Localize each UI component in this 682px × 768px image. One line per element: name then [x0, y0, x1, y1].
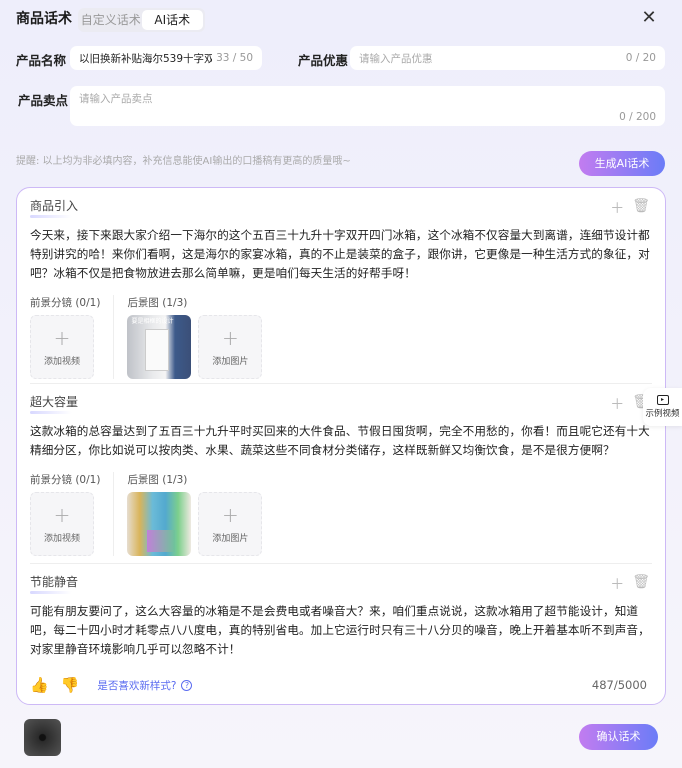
tab-ai[interactable]: AI话术 [141, 10, 203, 30]
product-discount-placeholder: 请输入产品优惠 [359, 52, 433, 65]
product-name-input[interactable]: 以旧换新补贴海尔539十字双开I 33 / 50 [70, 46, 262, 70]
hint-text: 提醒: 以上均为非必填内容，补充信息能使AI输出的口播稿有更高的质量哦~ [16, 156, 351, 167]
script-section: 节能静音 ＋ 🗑 可能有朋友要问了，这么大容量的冰箱是不是会费电或者噪音大？来，咱… [30, 564, 652, 659]
confirm-button[interactable]: 确认话术 [579, 724, 658, 750]
product-name-label: 产品名称 [16, 53, 67, 68]
add-image-button[interactable]: + 添加图片 [198, 492, 263, 556]
help-icon[interactable]: ? [181, 679, 193, 691]
product-discount-input[interactable]: 请输入产品优惠 0 / 20 [350, 46, 665, 70]
add-icon[interactable]: ＋ [610, 394, 624, 414]
product-discount-count: 0 / 20 [625, 52, 656, 64]
selling-points-placeholder: 请输入产品卖点 [79, 93, 153, 105]
script-section: 商品引入 ＋ 🗑 今天来，接下来跟大家介绍一下海尔的这个五百三十九升十字双开四门冰… [30, 188, 652, 384]
background-label: 后景图 (1/3) [127, 474, 188, 486]
generate-ai-button[interactable]: 生成AI话术 [579, 151, 665, 176]
image-caption: 要是相框的设计 [131, 318, 174, 325]
add-icon[interactable]: ＋ [610, 574, 624, 594]
product-name-value: 以旧换新补贴海尔539十字双开I [79, 52, 213, 65]
page-title: 商品话术 [16, 11, 72, 27]
background-label: 后景图 (1/3) [127, 297, 188, 309]
divider [113, 472, 115, 556]
feedback-question[interactable]: 是否喜欢新样式? [97, 678, 176, 693]
add-icon[interactable]: ＋ [610, 198, 624, 218]
trash-icon[interactable]: 🗑 [632, 574, 650, 594]
product-discount-label: 产品优惠 [298, 53, 349, 68]
thumbs-down-icon[interactable]: 👎 [61, 676, 80, 694]
add-video-label: 添加视频 [43, 533, 80, 544]
plus-icon: + [222, 325, 239, 350]
sample-video-button[interactable]: ▸ 示例视频 [643, 388, 682, 426]
background-image-fridge-interior[interactable] [127, 492, 192, 556]
add-video-button[interactable]: + 添加视频 [30, 315, 94, 379]
tab-custom[interactable]: 自定义话术 [80, 10, 142, 30]
plus-icon: + [222, 502, 239, 527]
video-thumbnail[interactable] [24, 719, 61, 756]
section-title: 节能静音 [30, 575, 79, 594]
selling-points-count: 0 / 200 [619, 111, 656, 123]
section-title: 超大容量 [30, 395, 79, 414]
section-text[interactable]: 可能有朋友要问了，这么大容量的冰箱是不是会费电或者噪音大？来，咱们重点说说，这款… [30, 602, 652, 659]
section-title: 商品引入 [30, 199, 79, 218]
video-icon: ▸ [656, 395, 669, 405]
plus-icon: + [53, 325, 71, 350]
selling-points-input[interactable]: 请输入产品卖点 0 / 200 [70, 86, 665, 126]
sample-video-label: 示例视频 [645, 409, 680, 419]
add-image-button[interactable]: + 添加图片 [198, 315, 263, 379]
foreground-label: 前景分镜 (0/1) [30, 474, 101, 486]
selling-points-label: 产品卖点 [18, 93, 69, 108]
background-image-fridge[interactable]: 要是相框的设计 [127, 315, 192, 379]
mode-tabs: 自定义话术 AI话术 [78, 8, 205, 32]
add-video-label: 添加视频 [43, 356, 80, 367]
script-section: 超大容量 ＋ 🗑 这款冰箱的总容量达到了五百三十九升平时买回来的大件食品、节假日囤… [30, 384, 652, 564]
add-video-button[interactable]: + 添加视频 [30, 492, 94, 556]
divider [113, 295, 115, 379]
script-card: 商品引入 ＋ 🗑 今天来，接下来跟大家介绍一下海尔的这个五百三十九升十字双开四门冰… [16, 187, 666, 705]
product-name-count: 33 / 50 [216, 52, 253, 64]
plus-icon: + [53, 502, 71, 527]
foreground-label: 前景分镜 (0/1) [30, 297, 101, 309]
char-count: 487/5000 [591, 678, 647, 692]
add-image-label: 添加图片 [212, 356, 249, 367]
section-text[interactable]: 今天来，接下来跟大家介绍一下海尔的这个五百三十九升十字双开四门冰箱，这个冰箱不仅… [30, 226, 652, 283]
thumbs-up-icon[interactable]: 👍 [30, 676, 49, 694]
trash-icon[interactable]: 🗑 [632, 198, 650, 218]
close-icon[interactable]: ✕ [640, 9, 658, 27]
add-image-label: 添加图片 [212, 533, 249, 544]
section-text[interactable]: 这款冰箱的总容量达到了五百三十九升平时买回来的大件食品、节假日囤货啊，完全不用愁… [30, 422, 652, 460]
